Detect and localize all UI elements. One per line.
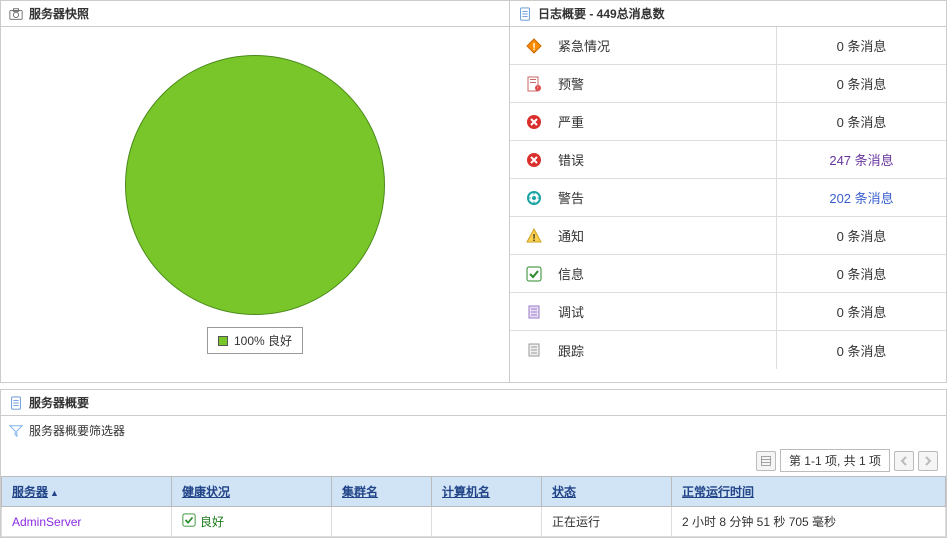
log-count-cell: 0 条消息	[776, 255, 946, 292]
legend-swatch-icon	[218, 336, 228, 346]
log-level-label: 信息	[558, 264, 776, 283]
log-count-link[interactable]: 202 条消息	[829, 188, 893, 207]
health-cell: 良好	[182, 513, 321, 530]
cluster-cell	[332, 507, 432, 537]
log-level-label: 错误	[558, 150, 776, 169]
server-overview-header: 服务器概要	[1, 390, 946, 416]
svg-text:!: !	[537, 86, 538, 92]
log-row: ! 紧急情况0 条消息	[510, 27, 946, 65]
log-row: 信息0 条消息	[510, 255, 946, 293]
document-icon	[9, 396, 23, 410]
debug-icon	[510, 304, 558, 320]
col-machine-header[interactable]: 计算机名	[432, 477, 542, 507]
col-cluster-header[interactable]: 集群名	[332, 477, 432, 507]
col-status-header[interactable]: 状态	[542, 477, 672, 507]
log-row: 跟踪0 条消息	[510, 331, 946, 369]
filter-label[interactable]: 服务器概要筛选器	[29, 422, 125, 439]
log-count-cell: 202 条消息	[776, 179, 946, 216]
log-count-link[interactable]: 247 条消息	[829, 150, 893, 169]
trace-icon	[510, 342, 558, 358]
log-level-label: 紧急情况	[558, 36, 776, 55]
log-count-cell: 0 条消息	[776, 217, 946, 254]
server-overview-panel: 服务器概要 服务器概要筛选器 第 1-1 项, 共 1 项 服务器▲ 健康状况 …	[0, 389, 947, 538]
checkmark-icon	[182, 513, 196, 530]
log-summary-header: 日志概要 - 449总消息数	[510, 1, 946, 27]
log-summary-panel: 日志概要 - 449总消息数 !紧急情况0 条消息!预警0 条消息严重0 条消息…	[510, 1, 946, 382]
col-uptime-header[interactable]: 正常运行时间	[672, 477, 946, 507]
log-row: 调试0 条消息	[510, 293, 946, 331]
log-level-label: 跟踪	[558, 341, 776, 360]
warning-icon	[510, 190, 558, 206]
next-page-button[interactable]	[918, 451, 938, 471]
pager-text: 第 1-1 项, 共 1 项	[780, 449, 890, 472]
log-count-cell: 247 条消息	[776, 141, 946, 178]
log-row: 错误 247 条消息	[510, 141, 946, 179]
filter-row: 服务器概要筛选器	[1, 416, 946, 445]
funnel-icon	[9, 423, 23, 438]
svg-text:!: !	[532, 233, 535, 244]
sort-asc-icon: ▲	[50, 488, 59, 498]
log-level-label: 调试	[558, 302, 776, 321]
pie-chart-area: 100% 良好	[1, 27, 509, 382]
col-health-header[interactable]: 健康状况	[172, 477, 332, 507]
prev-page-button[interactable]	[894, 451, 914, 471]
critical-icon	[510, 114, 558, 130]
log-level-label: 通知	[558, 226, 776, 245]
log-count-cell: 0 条消息	[776, 65, 946, 102]
log-count-cell: 0 条消息	[776, 27, 946, 64]
pager-row: 第 1-1 项, 共 1 项	[1, 445, 946, 476]
snapshot-title: 服务器快照	[29, 5, 89, 22]
log-level-label: 预警	[558, 74, 776, 93]
log-summary-table: !紧急情况0 条消息!预警0 条消息严重0 条消息错误247 条消息警告202 …	[510, 27, 946, 369]
emergency-icon: !	[510, 38, 558, 54]
log-count-cell: 0 条消息	[776, 293, 946, 330]
pie-legend: 100% 良好	[207, 327, 303, 354]
log-level-label: 严重	[558, 112, 776, 131]
notice-icon: !	[510, 228, 558, 244]
server-overview-title: 服务器概要	[29, 394, 89, 411]
alert-icon: !	[510, 76, 558, 92]
uptime-cell: 2 小时 8 分钟 51 秒 705 毫秒	[672, 507, 946, 537]
settings-icon[interactable]	[756, 451, 776, 471]
camera-icon	[9, 7, 23, 21]
log-summary-title: 日志概要 - 449总消息数	[538, 5, 665, 22]
info-icon	[510, 266, 558, 282]
server-snapshot-panel: 服务器快照 100% 良好	[1, 1, 510, 382]
table-row: AdminServer 良好 正在运行 2 小时 8 分钟 51 秒 705 毫…	[2, 507, 946, 537]
status-cell: 正在运行	[542, 507, 672, 537]
log-level-label: 警告	[558, 188, 776, 207]
log-count-cell: 0 条消息	[776, 331, 946, 369]
legend-text: 100% 良好	[234, 332, 292, 349]
server-name-link[interactable]: AdminServer	[12, 515, 81, 529]
log-row: 警告 202 条消息	[510, 179, 946, 217]
log-count-cell: 0 条消息	[776, 103, 946, 140]
machine-cell	[432, 507, 542, 537]
col-server-header[interactable]: 服务器▲	[2, 477, 172, 507]
log-row: ! 预警0 条消息	[510, 65, 946, 103]
snapshot-header: 服务器快照	[1, 1, 509, 27]
health-pie-chart	[125, 55, 385, 315]
error-icon	[510, 152, 558, 168]
log-row: 严重0 条消息	[510, 103, 946, 141]
log-row: ! 通知0 条消息	[510, 217, 946, 255]
svg-text:!: !	[532, 42, 535, 53]
document-icon	[518, 7, 532, 21]
server-table: 服务器▲ 健康状况 集群名 计算机名 状态 正常运行时间 AdminServer…	[1, 476, 946, 537]
